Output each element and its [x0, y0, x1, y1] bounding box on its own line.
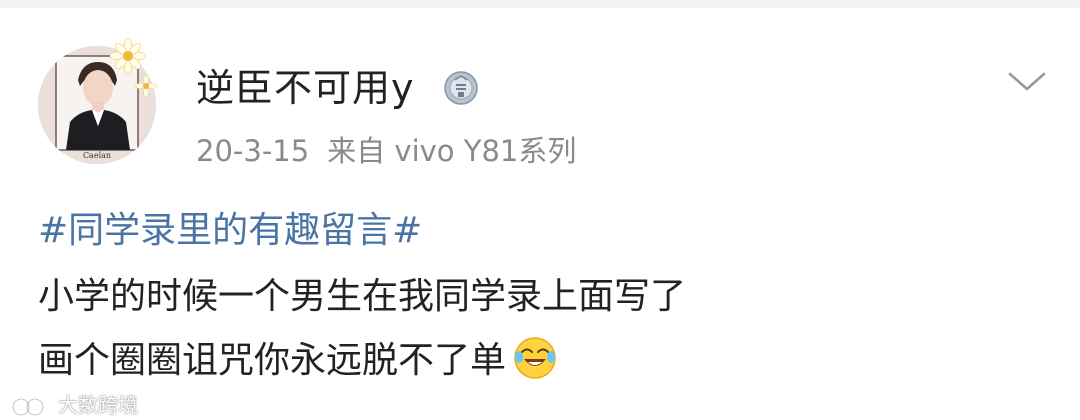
- post-text-line-1: 小学的时候一个男生在我同学录上面写了: [38, 276, 687, 317]
- post-text-line-2-content: 画个圈圈诅咒你永远脱不了单: [38, 340, 507, 381]
- post-meta: 20-3-15 来自 vivo Y81系列: [196, 133, 576, 169]
- laughing-crying-emoji-icon: [514, 337, 556, 379]
- post-source: 来自 vivo Y81系列: [327, 134, 577, 168]
- username[interactable]: 逆臣不可用y: [196, 66, 415, 110]
- avatar[interactable]: Caelan: [38, 37, 158, 164]
- chevron-down-icon[interactable]: [1006, 66, 1048, 96]
- post-text-line-2: 画个圈圈诅咒你永远脱不了单: [38, 337, 558, 385]
- watermark: 大数跨境: [10, 392, 138, 418]
- watermark-text: 大数跨境: [58, 393, 138, 417]
- avatar-caption: Caelan: [83, 151, 111, 160]
- post-date: 20-3-15: [196, 134, 310, 168]
- vip-medal-icon[interactable]: [443, 70, 479, 106]
- hashtag-topic-link[interactable]: #同学录里的有趣留言#: [38, 208, 422, 254]
- daisy-decoration-icon: [109, 37, 158, 98]
- weibo-post-card: Caelan 逆臣不可用y 20-3-15 来自 vivo Y81系列 #同学录…: [0, 8, 1080, 420]
- watermark-logo-icon: [11, 397, 45, 416]
- feed-separator: [0, 0, 1080, 8]
